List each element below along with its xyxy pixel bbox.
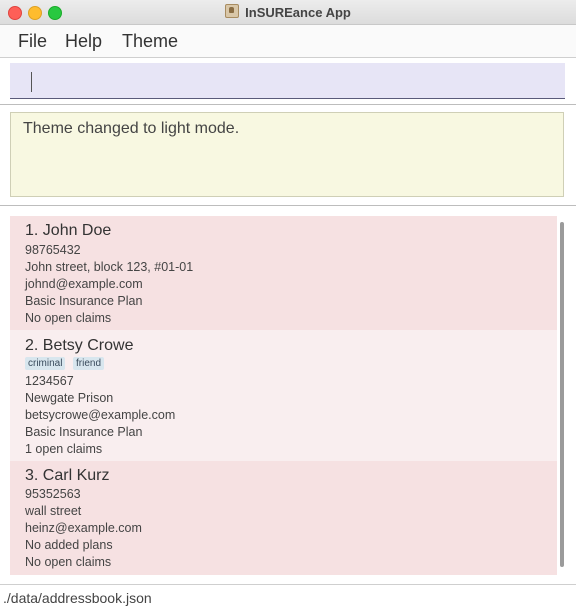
client-address: John street, block 123, #01-01 xyxy=(25,260,194,274)
menu-bar: File Help Theme xyxy=(0,25,576,58)
list-scrollbar[interactable] xyxy=(560,222,564,567)
client-name: 2. Betsy Crowe xyxy=(25,337,134,354)
divider xyxy=(0,205,576,206)
client-plan: Basic Insurance Plan xyxy=(25,425,143,439)
tag-badge: criminal xyxy=(25,357,66,370)
result-display: Theme changed to light mode. xyxy=(10,112,564,197)
menu-help[interactable]: Help xyxy=(65,31,102,52)
tag-badge: friend xyxy=(73,357,105,370)
client-claims: No open claims xyxy=(25,311,112,325)
command-input[interactable] xyxy=(10,63,565,98)
client-email: johnd@example.com xyxy=(25,277,143,291)
client-email: heinz@example.com xyxy=(25,521,142,535)
client-card[interactable]: 1. John Doe 98765432 John street, block … xyxy=(10,216,557,330)
client-phone: 1234567 xyxy=(25,374,74,388)
save-file-path: ./data/addressbook.json xyxy=(3,590,152,606)
client-list[interactable]: 1. John Doe 98765432 John street, block … xyxy=(10,216,558,575)
client-email: betsycrowe@example.com xyxy=(25,408,176,422)
app-icon xyxy=(225,4,240,18)
client-card[interactable]: 3. Carl Kurz 95352563 wall street heinz@… xyxy=(10,461,557,575)
window-title-wrap: InSUREance App xyxy=(0,4,576,20)
tag-list: criminal friend xyxy=(25,357,225,371)
client-name: 3. Carl Kurz xyxy=(25,467,110,484)
divider xyxy=(0,104,576,105)
client-plan: No added plans xyxy=(25,538,113,552)
command-box xyxy=(10,63,565,99)
client-address: Newgate Prison xyxy=(25,391,114,405)
client-plan: Basic Insurance Plan xyxy=(25,294,143,308)
client-address: wall street xyxy=(25,504,82,518)
client-claims: 1 open claims xyxy=(25,442,103,456)
title-bar: InSUREance App xyxy=(0,0,576,25)
client-name: 1. John Doe xyxy=(25,222,112,239)
client-phone: 98765432 xyxy=(25,243,81,257)
window-title: InSUREance App xyxy=(245,5,351,20)
text-caret xyxy=(31,72,32,92)
result-message: Theme changed to light mode. xyxy=(23,120,240,137)
menu-file[interactable]: File xyxy=(18,31,47,52)
client-claims: No open claims xyxy=(25,555,112,569)
client-card[interactable]: 2. Betsy Crowe criminal friend 1234567 N… xyxy=(10,330,557,461)
client-phone: 95352563 xyxy=(25,487,81,501)
status-bar: ./data/addressbook.json xyxy=(0,584,576,611)
menu-theme[interactable]: Theme xyxy=(122,31,178,52)
